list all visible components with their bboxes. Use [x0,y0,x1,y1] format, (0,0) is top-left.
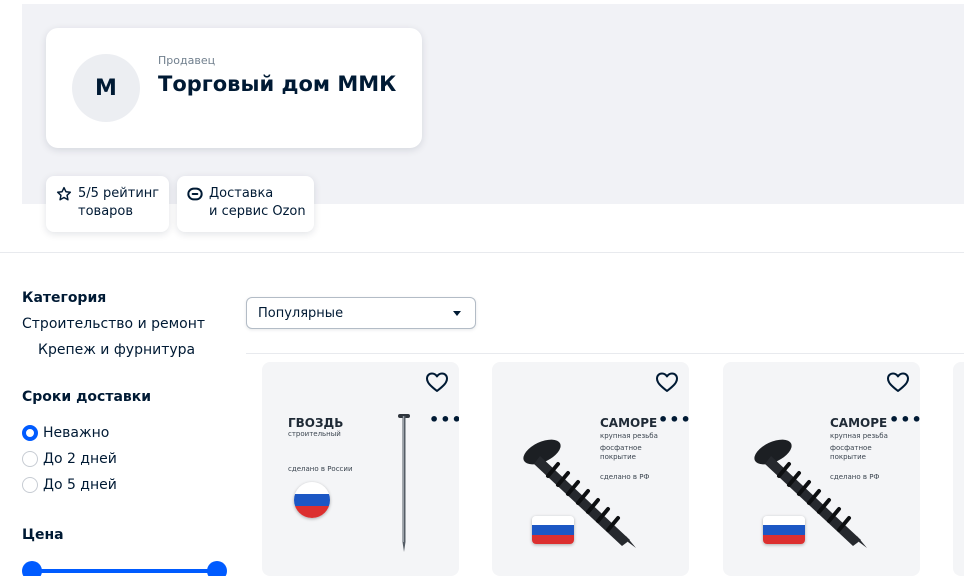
product-image-title: САМОРЕ [600,416,658,430]
delivery-text: Доставка и сервис Ozon [209,186,306,219]
price-filter-title: Цена [22,527,64,543]
russian-flag-icon [294,482,330,518]
favorite-heart-icon[interactable] [425,371,449,393]
delivery-time-filter-title: Сроки доставки [22,389,152,405]
seller-avatar: M [72,54,140,122]
nail-icon [398,414,410,552]
radio-any-time-label[interactable]: Неважно [43,425,109,441]
radio-any-time[interactable] [22,425,38,441]
product-card[interactable]: САМОРЕ крупная резьба фосфатное покрытие… [492,362,689,576]
rating-badge[interactable]: 5/5 рейтинг товаров [46,176,169,232]
radio-5-days[interactable] [22,477,38,493]
product-image-title: САМОРЕ [830,416,888,430]
sort-select[interactable]: Популярные [246,297,476,329]
seller-label: Продавец [158,54,216,67]
star-icon [56,186,72,201]
price-slider-min-handle[interactable] [22,561,42,576]
sort-select-value: Популярные [258,306,344,321]
ozon-delivery-badge[interactable]: Доставка и сервис Ozon [177,176,314,232]
sort-divider [246,353,964,354]
favorite-heart-icon[interactable] [886,371,910,393]
product-card[interactable]: САМОРЕ крупная резьба фосфатное покрытие… [723,362,920,576]
radio-2-days[interactable] [22,451,38,467]
more-options-icon[interactable]: ••• [889,412,920,428]
more-options-icon[interactable]: ••• [658,412,689,428]
favorite-heart-icon[interactable] [655,371,679,393]
radio-2-days-label[interactable]: До 2 дней [43,451,117,467]
category-filter-title: Категория [22,290,107,306]
category-link-construction[interactable]: Строительство и ремонт [22,316,205,332]
radio-5-days-label[interactable]: До 5 дней [43,477,117,493]
category-link-fasteners[interactable]: Крепеж и фурнитура [38,342,195,358]
ozon-logo-icon [187,187,203,201]
product-image-subtitle: строительный [288,430,341,438]
screw-icon [754,439,867,548]
more-options-icon[interactable]: ••• [429,412,459,428]
price-slider-max-handle[interactable] [207,561,227,576]
screw-icon [523,439,636,548]
section-divider [0,252,964,253]
product-card-partial[interactable] [953,362,964,576]
product-image-title: ГВОЗДЬ [288,416,344,430]
price-slider-track[interactable] [32,569,217,573]
product-image-made-in: сделано в России [288,465,353,473]
dropdown-arrow-icon [453,311,461,316]
rating-text: 5/5 рейтинг товаров [78,186,160,219]
product-card[interactable]: ГВОЗДЬ строительный сделано в России ••• [262,362,459,576]
seller-card: M Продавец Торговый дом ММК [46,28,422,148]
seller-name: Торговый дом ММК [158,72,397,96]
